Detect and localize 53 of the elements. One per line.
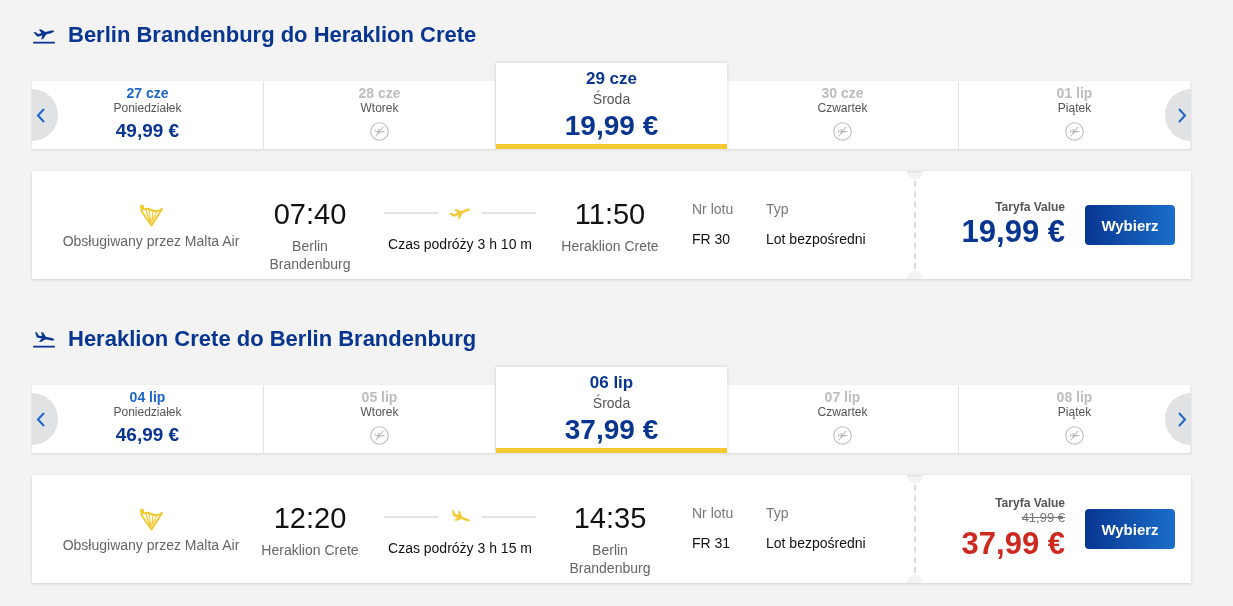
arrival-time: 11:50	[574, 197, 646, 231]
fare-label: Taryfa Value	[995, 496, 1065, 510]
departure-city: Berlin Brandenburg	[268, 237, 352, 273]
harp-icon	[138, 507, 164, 531]
duration-label: Czas podróży 3 h 15 m	[388, 539, 532, 557]
date-tab[interactable]: 01 lip Piątek	[959, 81, 1191, 149]
old-price: 41,99 €	[1021, 510, 1065, 526]
arrival-city: Heraklion Crete	[561, 237, 659, 255]
date-tab[interactable]: 27 cze Poniedziałek 49,99 €	[32, 81, 264, 149]
flight-type: Lot bezpośredni	[766, 534, 866, 552]
fare-label: Taryfa Value	[995, 200, 1065, 214]
date-tab[interactable]: 05 lip Wtorek	[264, 385, 496, 453]
flight-number-label: Nr lotu	[692, 200, 734, 218]
chevron-left-icon	[36, 107, 45, 123]
date-tab[interactable]: 04 lip Poniedziałek 46,99 €	[32, 385, 264, 453]
flight-number: FR 30	[692, 230, 731, 248]
date-tab[interactable]: 29 cze Środa 19,99 €	[496, 63, 727, 149]
section-title: Berlin Brandenburg do Heraklion Crete	[68, 21, 477, 49]
departure-time: 07:40	[273, 197, 347, 231]
select-button[interactable]: Wybierz	[1085, 509, 1175, 549]
harp-icon	[138, 203, 164, 227]
no-flight-icon	[833, 122, 852, 141]
flight-type-label: Typ	[766, 504, 789, 522]
fare-price: 19,99 €	[961, 214, 1065, 250]
no-flight-icon	[833, 426, 852, 445]
flight-number-label: Nr lotu	[692, 504, 734, 522]
arrival-city: Berlin Brandenburg	[568, 541, 652, 577]
date-tab[interactable]: 30 cze Czwartek	[727, 81, 959, 149]
fare-price: 37,99 €	[961, 526, 1065, 562]
no-flight-icon	[1065, 426, 1084, 445]
section-title: Heraklion Crete do Berlin Brandenburg	[68, 325, 477, 353]
flight-type-label: Typ	[766, 200, 789, 218]
operator-label: Obsługiwany przez Malta Air	[62, 232, 240, 250]
chevron-right-icon	[1178, 411, 1187, 427]
flight-number: FR 31	[692, 534, 731, 552]
no-flight-icon	[370, 122, 389, 141]
plane-icon	[32, 26, 56, 44]
date-tab[interactable]: 07 lip Czwartek	[727, 385, 959, 453]
arrival-time: 14:35	[573, 501, 647, 535]
date-tab[interactable]: 28 cze Wtorek	[264, 81, 496, 149]
departure-city: Heraklion Crete	[261, 541, 359, 559]
chevron-right-icon	[1178, 107, 1187, 123]
select-button[interactable]: Wybierz	[1085, 205, 1175, 245]
plane-icon	[32, 330, 56, 348]
chevron-left-icon	[36, 411, 45, 427]
operator-label: Obsługiwany przez Malta Air	[62, 536, 240, 554]
flight-type: Lot bezpośredni	[766, 230, 866, 248]
duration-label: Czas podróży 3 h 10 m	[388, 235, 532, 253]
departure-time: 12:20	[273, 501, 347, 535]
no-flight-icon	[1065, 122, 1084, 141]
no-flight-icon	[370, 426, 389, 445]
date-tab[interactable]: 08 lip Piątek	[959, 385, 1191, 453]
date-tab[interactable]: 06 lip Środa 37,99 €	[496, 367, 727, 453]
